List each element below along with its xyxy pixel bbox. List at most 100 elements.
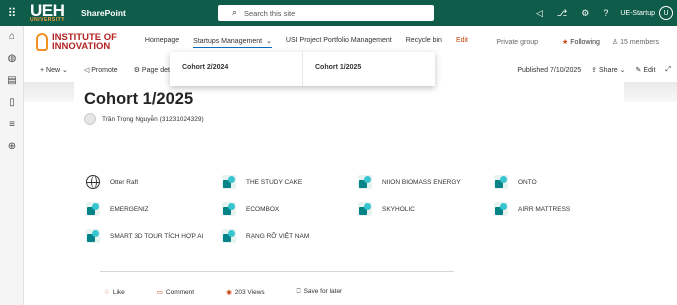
tenant-name[interactable]: UE-Startup [620,10,655,17]
site-logo-text: INSTITUTE OF INNOVATION [52,33,117,52]
quick-link-label: THE STUDY CAKE [246,178,303,186]
home-icon[interactable]: ⌂ [0,26,24,48]
sharepoint-icon [86,202,100,216]
thumbs-up-icon: ♢ [104,289,110,296]
quick-link[interactable]: SMART 3D TOUR TÍCH HỢP AI [86,229,203,243]
quick-link-label: ECOMBOX [246,205,280,213]
command-right: Published 7/10/2025 ⇪ Share ⌄ ✎ Edit ⤢ [507,58,671,82]
quick-link-label: Otter Raft [110,178,139,186]
nav-recycle-bin[interactable]: Recycle bin [406,37,442,48]
quick-link[interactable]: Otter Raft [86,175,138,189]
quick-link[interactable]: AIRR MATTRESS [494,202,570,216]
author-name[interactable]: Trần Trọng Nguyễn (31231024329) [102,116,204,123]
site-nav: Homepage Startups Management ⌄ USI Projec… [145,37,482,48]
follow-button[interactable]: ★ Following [550,38,600,46]
startups-dropdown-menu: Cohort 2/2024 Cohort 1/2025 [170,52,435,86]
author-byline: Trần Trọng Nguyễn (31231024329) [84,113,204,125]
ueh-logo[interactable]: UEH UNIVERSITY [30,2,66,23]
suite-bar: ⠿ UEH UNIVERSITY SharePoint ⌕ Search thi… [0,0,677,26]
new-button[interactable]: + New ⌄ [40,66,68,74]
sharepoint-icon [222,202,236,216]
star-icon: ★ [562,39,569,46]
edit-button[interactable]: ✎ Edit [636,66,656,74]
nav-startups-label: Startups Management [193,37,263,45]
quick-link-label: NIION BIOMASS ENERGY [382,178,461,186]
pencil-icon: ✎ [635,67,642,74]
search-icon: ⌕ [232,7,238,17]
brand-subtext: UNIVERSITY [30,16,66,23]
quick-link-label: SKYHOLIC [382,205,415,213]
views-label: 203 Views [234,289,265,296]
quick-link-label: ONTO [518,178,537,186]
published-status: Published 7/10/2025 [517,66,582,74]
quick-link[interactable]: RẠNG RỠ VIỆT NAM [222,229,309,243]
eye-icon: ◉ [226,289,232,296]
quick-link[interactable]: EMERGENIZ [86,202,149,216]
sharepoint-icon [494,175,508,189]
chevron-down-icon: ⌄ [266,37,272,45]
quick-link-label: SMART 3D TOUR TÍCH HỢP AI [110,232,204,240]
gear-icon: ⚙ [133,67,140,74]
menu-item-cohort-1-2025[interactable]: Cohort 1/2025 [303,52,435,86]
content-divider [100,271,454,272]
new-label: New [46,67,61,74]
search-box[interactable]: ⌕ Search this site [218,5,434,21]
left-app-bar: ⌂ ◍ ▤ ▯ ≡ ⊕ [0,26,24,305]
menu-item-cohort-2-2024[interactable]: Cohort 2/2024 [170,52,303,86]
sharepoint-icon [358,202,372,216]
quick-link[interactable]: NIION BIOMASS ENERGY [358,175,461,189]
app-name[interactable]: SharePoint [81,8,126,18]
gear-icon[interactable]: ⚙ [581,8,589,19]
share-label: Share [599,67,618,74]
save-label: Save for later [303,288,343,295]
members-label: 15 members [620,39,659,46]
quick-link-label: AIRR MATTRESS [518,205,571,213]
feed-icon[interactable]: ▤ [0,70,24,92]
nav-homepage[interactable]: Homepage [145,37,179,48]
bookmark-icon: ⎕ [296,288,301,295]
comment-label: Comment [165,289,195,296]
banner-right [624,82,677,102]
like-button[interactable]: ♢ Like [104,288,141,296]
share-icon[interactable]: ⎇ [557,8,567,19]
follow-label: Following [570,39,600,46]
avatar[interactable]: U [659,6,673,20]
views-count: ◉ 203 Views [226,288,281,296]
person-icon: ♙ [611,39,619,46]
sharepoint-icon [222,175,236,189]
add-icon[interactable]: ⊕ [0,136,24,158]
quick-link[interactable]: ONTO [494,175,537,189]
globe-icon [86,175,100,189]
share-icon: ⇪ [591,67,598,74]
megaphone-icon[interactable]: ◁ [536,8,543,19]
megaphone-icon: ◁ [83,67,90,74]
search-placeholder: Search this site [244,8,296,18]
app-launcher-icon[interactable]: ⠿ [0,0,24,26]
nav-startups-management[interactable]: Startups Management ⌄ [193,37,272,48]
document-icon[interactable]: ▯ [0,92,24,114]
sharepoint-icon [222,229,236,243]
page-title: Cohort 1/2025 [84,90,194,108]
members-button[interactable]: ♙ 15 members [612,38,659,46]
help-icon[interactable]: ? [603,8,608,18]
comment-button[interactable]: ▭ Comment [157,288,210,296]
quick-link[interactable]: ECOMBOX [222,202,279,216]
site-logo-line2: INNOVATION [52,41,111,52]
quick-link[interactable]: SKYHOLIC [358,202,415,216]
author-avatar[interactable] [84,113,96,125]
globe-icon[interactable]: ◍ [0,48,24,70]
nav-edit[interactable]: Edit [456,37,468,48]
nav-portfolio[interactable]: USI Project Portfolio Management [286,37,392,48]
edit-label: Edit [643,67,656,74]
site-logo[interactable]: INSTITUTE OF INNOVATION [36,33,117,51]
save-for-later-button[interactable]: ⎕ Save for later [297,288,359,296]
sharepoint-icon [494,202,508,216]
quick-link[interactable]: THE STUDY CAKE [222,175,302,189]
list-icon[interactable]: ≡ [0,114,24,136]
promote-label: Promote [91,67,118,74]
sharepoint-icon [358,175,372,189]
promote-button[interactable]: ◁ Promote [84,66,118,74]
expand-icon[interactable]: ⤢ [665,66,671,74]
share-button[interactable]: ⇪ Share ⌄ [591,66,625,74]
quick-link-label: RẠNG RỠ VIỆT NAM [246,232,310,240]
